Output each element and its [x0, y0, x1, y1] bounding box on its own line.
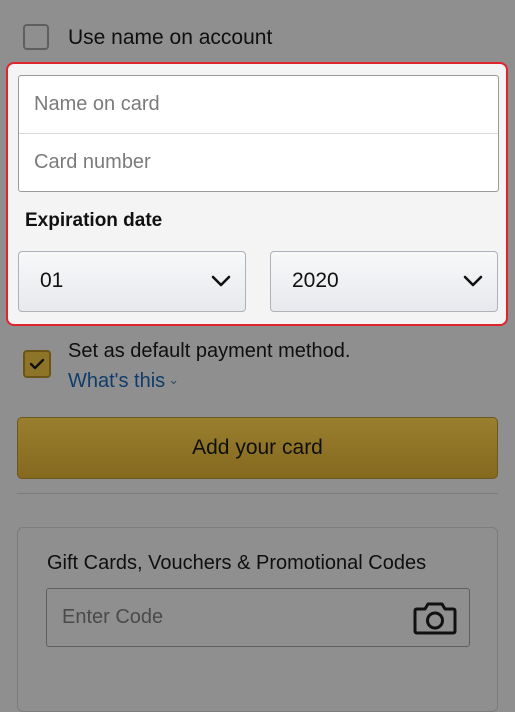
card-details-form: Expiration date 01 2020: [6, 62, 508, 326]
card-input-group: [18, 75, 499, 192]
expiration-year-value: 2020: [292, 269, 339, 292]
chevron-down-icon: [211, 275, 231, 287]
promo-code-input[interactable]: [47, 589, 387, 646]
gift-card-section: Gift Cards, Vouchers & Promotional Codes: [17, 527, 498, 712]
chevron-down-icon: [463, 275, 483, 287]
gift-card-title: Gift Cards, Vouchers & Promotional Codes: [47, 552, 427, 574]
expiration-month-value: 01: [40, 269, 64, 292]
use-name-on-account-checkbox[interactable]: [23, 24, 49, 50]
caret-down-icon: ⌄: [168, 372, 180, 387]
checkmark-icon: [29, 358, 45, 370]
default-payment-label: Set as default payment method.: [68, 340, 351, 362]
default-payment-checkbox[interactable]: [23, 350, 51, 378]
whats-this-text: What's this: [68, 370, 166, 392]
expiration-month-select[interactable]: 01: [18, 251, 246, 312]
use-name-on-account-label: Use name on account: [68, 26, 273, 49]
name-on-card-input[interactable]: [19, 76, 498, 133]
camera-icon[interactable]: [413, 600, 457, 636]
card-number-input[interactable]: [19, 134, 498, 191]
promo-code-field: [46, 588, 470, 647]
section-divider: [17, 493, 498, 494]
whats-this-link[interactable]: What's this ⌄: [68, 370, 179, 393]
add-card-button[interactable]: Add your card: [17, 417, 498, 479]
expiration-date-label: Expiration date: [25, 210, 163, 231]
expiration-year-select[interactable]: 2020: [270, 251, 498, 312]
